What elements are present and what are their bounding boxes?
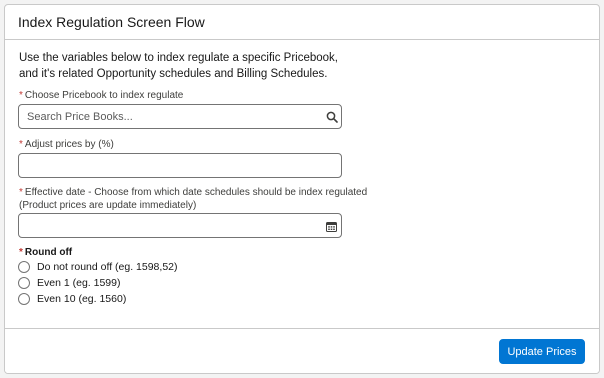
required-mark: * — [19, 139, 23, 150]
adjust-label: * Adjust prices by (%) — [19, 139, 114, 151]
effective-date-label-text: Effective date - Choose from which date … — [24, 187, 368, 198]
radio-label: Even 1 (eg. 1599) — [37, 277, 121, 289]
card-header: Index Regulation Screen Flow — [5, 5, 599, 40]
intro-text: Use the variables below to index regulat… — [19, 52, 338, 80]
radio-label: Do not round off (eg. 1598,52) — [37, 261, 178, 273]
calendar-icon[interactable] — [324, 219, 338, 233]
radio-option-even-1[interactable]: Even 1 (eg. 1599) — [18, 277, 120, 289]
radio-option-no-round[interactable]: Do not round off (eg. 1598,52) — [18, 261, 178, 273]
effective-date-sublabel: (Product prices are update immediately) — [19, 200, 197, 211]
effective-date-label: * Effective date - Choose from which date… — [19, 187, 367, 199]
radio-button[interactable] — [18, 261, 30, 273]
flow-card: Index Regulation Screen Flow Use the var… — [4, 4, 600, 374]
required-mark: * — [19, 187, 23, 198]
round-off-label-text: Round off — [24, 247, 73, 258]
page-title: Index Regulation Screen Flow — [18, 14, 205, 30]
required-mark: * — [19, 247, 23, 258]
round-off-label: * Round off — [19, 247, 72, 258]
adjust-label-text: Adjust prices by (%) — [24, 139, 114, 150]
radio-button[interactable] — [18, 277, 30, 289]
card-footer: Update Prices — [5, 328, 599, 373]
pricebook-label: * Choose Pricebook to index regulate — [19, 90, 183, 102]
card-body: Use the variables below to index regulat… — [5, 40, 599, 329]
pricebook-label-text: Choose Pricebook to index regulate — [24, 90, 184, 101]
radio-label: Even 10 (eg. 1560) — [37, 293, 127, 305]
radio-option-even-10[interactable]: Even 10 (eg. 1560) — [18, 293, 126, 305]
search-icon[interactable] — [325, 110, 339, 124]
pricebook-search-input[interactable] — [18, 104, 342, 129]
effective-date-input[interactable] — [18, 213, 342, 238]
required-mark: * — [19, 90, 23, 101]
radio-button[interactable] — [18, 293, 30, 305]
adjust-percent-input[interactable] — [18, 153, 342, 178]
update-prices-button[interactable]: Update Prices — [499, 339, 585, 364]
